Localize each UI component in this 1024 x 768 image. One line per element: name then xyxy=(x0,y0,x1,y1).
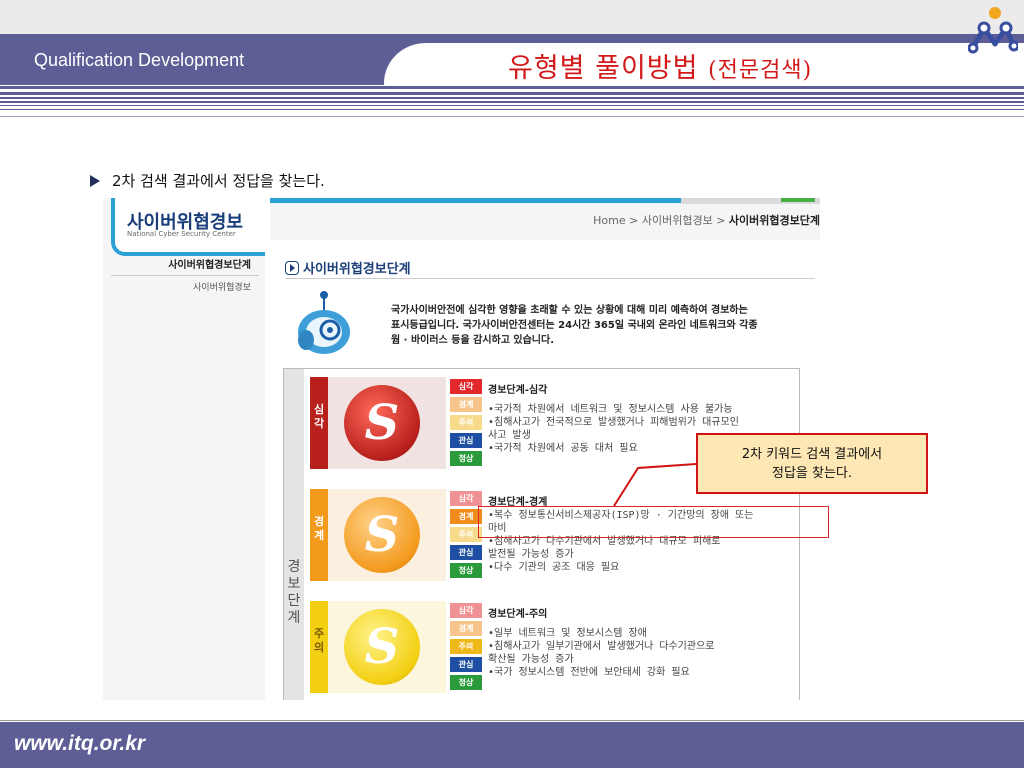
level-strip: 심각 xyxy=(310,377,328,469)
breadcrumb-sep: > xyxy=(716,214,726,227)
bullet-item: 2차 검색 결과에서 정답을 찾는다. xyxy=(90,170,325,191)
itq-logo-icon xyxy=(968,7,1018,54)
site-logo[interactable]: 사이버위협경보 National Cyber Security Center xyxy=(111,198,270,256)
left-nav: 사이버위협경보단계 사이버위협경보 xyxy=(111,256,259,700)
site-logo-subtitle: National Cyber Security Center xyxy=(127,230,236,238)
callout-line: 정답을 찾는다. xyxy=(771,466,853,481)
footer-url[interactable]: www.itq.or.kr xyxy=(14,732,145,756)
level-caution: 주의 S 심각 경계 주의 관심 정상 경보단계-주의 •일부 네트워크 및 정… xyxy=(310,601,800,697)
section-title-text: 사이버위협경보단계 xyxy=(303,262,411,277)
levels-side-label: 경 보 단 계 xyxy=(287,559,301,626)
level-description: •일부 네트워크 및 정보시스템 장애 •침해사고가 일부기관에서 발생했거나 … xyxy=(488,628,715,678)
footer-divider xyxy=(0,720,1024,721)
intro-line: 표시등급입니다. 국가사이버안전센터는 24시간 365일 국내외 온라인 네트… xyxy=(391,320,758,331)
level-circle-icon: S xyxy=(344,609,420,685)
header-label: Qualification Development xyxy=(34,50,245,70)
robot-mascot-icon xyxy=(298,291,350,354)
level-circle-icon: S xyxy=(344,497,420,573)
level-panel: S xyxy=(328,377,446,469)
bullet-text: 2차 검색 결과에서 정답을 찾는다. xyxy=(112,172,325,190)
slide-title-sub: (전문검색) xyxy=(708,58,813,83)
callout-line: 2차 키워드 검색 결과에서 xyxy=(741,447,883,462)
nav-item-threat-levels[interactable]: 사이버위협경보단계 xyxy=(111,256,259,276)
breadcrumb-home[interactable]: Home xyxy=(593,214,625,227)
section-title: 사이버위협경보단계 xyxy=(285,258,411,277)
level-title: 경보단계-주의 xyxy=(488,609,548,620)
level-panel: S xyxy=(328,489,446,581)
level-circle-icon: S xyxy=(344,385,420,461)
intro-text: 국가사이버안전에 심각한 영향을 초래할 수 있는 상황에 대해 미리 예측하여… xyxy=(391,303,791,348)
answer-highlight-box xyxy=(478,506,829,538)
header-stripes xyxy=(0,86,1024,120)
slide-title-main: 유형별 풀이방법 xyxy=(508,53,699,84)
play-icon xyxy=(285,261,299,275)
intro-line: 국가사이버안전에 심각한 영향을 초래할 수 있는 상황에 대해 미리 예측하여… xyxy=(391,305,748,316)
breadcrumb-current: 사이버위협경보단계 xyxy=(728,214,820,227)
top-band xyxy=(0,0,1024,34)
level-strip: 경계 xyxy=(310,489,328,581)
levels-side-bar: 경 보 단 계 xyxy=(284,369,304,700)
breadcrumb-item[interactable]: 사이버위협경보 xyxy=(642,214,713,227)
callout-box: 2차 키워드 검색 결과에서 정답을 찾는다. xyxy=(696,433,928,494)
section-divider xyxy=(285,278,815,279)
level-strip: 주의 xyxy=(310,601,328,693)
level-title: 경보단계-심각 xyxy=(488,385,548,396)
footer-bar: www.itq.or.kr xyxy=(0,722,1024,768)
level-badges: 심각 경계 주의 관심 정상 xyxy=(450,603,484,693)
slide-title: 유형별 풀이방법 (전문검색) xyxy=(508,46,812,85)
breadcrumb: Home > 사이버위협경보 > 사이버위협경보단계 xyxy=(593,212,820,228)
bullet-triangle-icon xyxy=(90,175,100,187)
intro-line: 웜 · 바이러스 등을 감시하고 있습니다. xyxy=(391,335,555,346)
level-panel: S xyxy=(328,601,446,693)
site-top-line xyxy=(261,198,681,203)
breadcrumb-sep: > xyxy=(629,214,639,227)
site-top-green xyxy=(781,198,815,202)
level-badges: 심각 경계 주의 관심 정상 xyxy=(450,379,484,469)
nav-item-threat-alert[interactable]: 사이버위협경보 xyxy=(111,280,259,293)
